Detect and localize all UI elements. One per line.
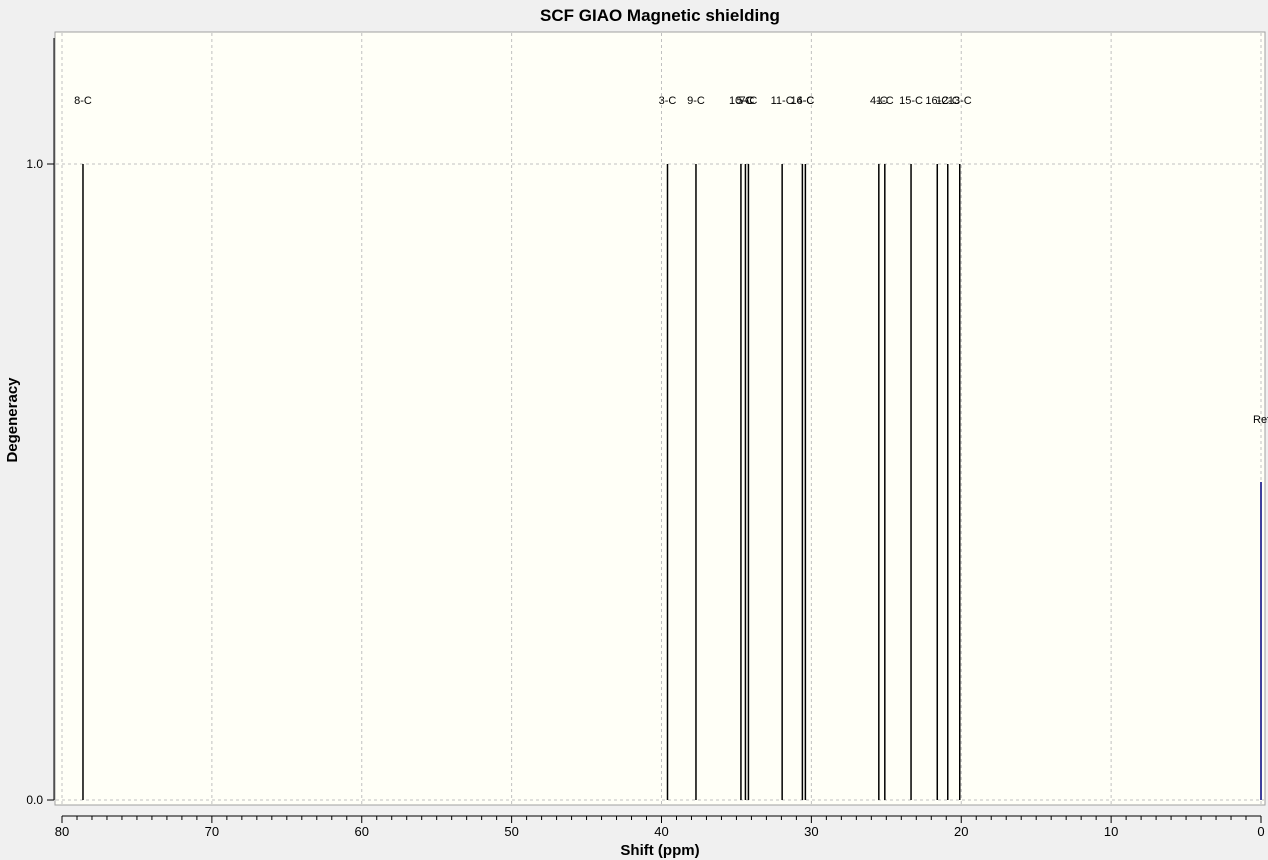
peak-label: 1-C xyxy=(876,95,894,107)
peak-label: 15-C xyxy=(899,95,923,107)
chart-container: SCF GIAO Magnetic shielding Shift (ppm) … xyxy=(0,0,1268,860)
chart-title: SCF GIAO Magnetic shielding xyxy=(540,6,780,25)
x-tick-label: 10 xyxy=(1104,824,1118,839)
x-tick-label: 20 xyxy=(954,824,968,839)
plot-area xyxy=(54,31,1266,806)
peak-label: 13-C xyxy=(948,95,972,107)
x-axis-label: Shift (ppm) xyxy=(620,842,699,859)
chart: SCF GIAO Magnetic shielding Shift (ppm) … xyxy=(4,6,1268,859)
x-tick-label: 40 xyxy=(654,824,668,839)
x-tick-label: 30 xyxy=(804,824,818,839)
reference-peak-label: Ref xyxy=(1253,414,1268,426)
peak-label: 7-C xyxy=(740,95,758,107)
x-tick-label: 80 xyxy=(55,824,69,839)
peak-label: 8-C xyxy=(74,95,92,107)
peak-label: 9-C xyxy=(687,95,705,107)
x-tick-label: 50 xyxy=(504,824,518,839)
y-tick-label: 1.0 xyxy=(26,157,43,171)
x-tick-label: 70 xyxy=(205,824,219,839)
peak-label: 6-C xyxy=(797,95,815,107)
y-axis-label: Degeneracy xyxy=(4,377,21,463)
peak-label: 3-C xyxy=(659,95,677,107)
x-tick-label: 0 xyxy=(1257,824,1264,839)
y-tick-label: 0.0 xyxy=(26,793,43,807)
x-tick-label: 60 xyxy=(355,824,369,839)
